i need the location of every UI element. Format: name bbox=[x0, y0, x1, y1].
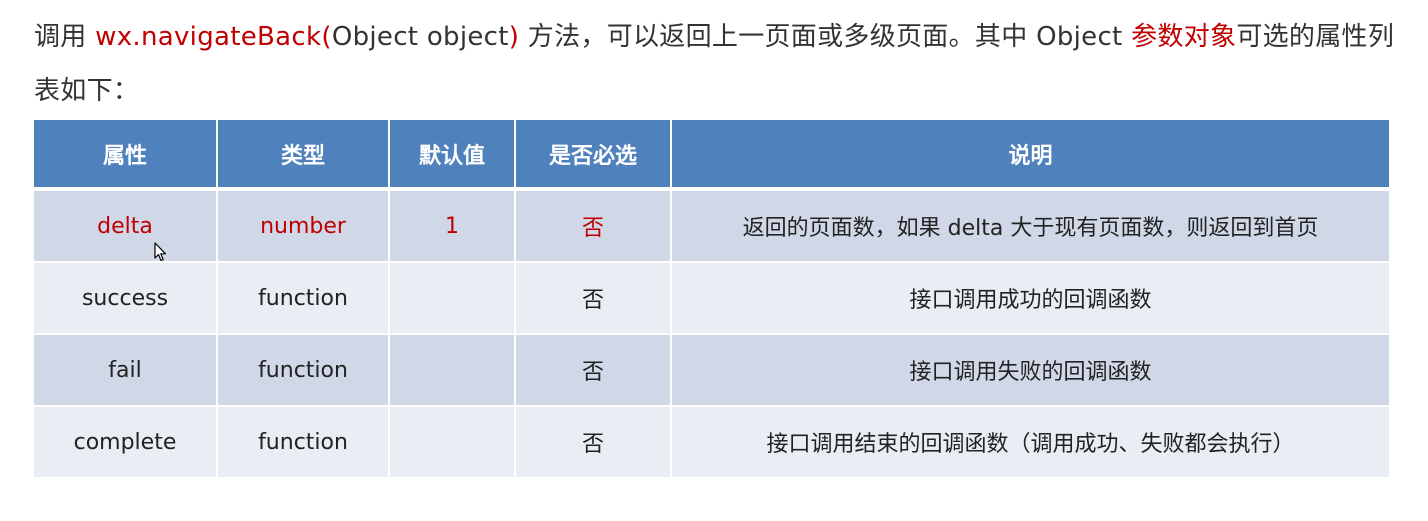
intro-text-1: 调用 bbox=[34, 22, 96, 52]
cell-required: 否 bbox=[515, 262, 672, 335]
properties-table: 属性 类型 默认值 是否必选 说明 delta number 1 否 返回的页面… bbox=[34, 120, 1389, 479]
intro-text-3: 方法，可以返回上一页面或多级页面。其中 Object bbox=[519, 22, 1132, 52]
mouse-cursor-icon bbox=[154, 242, 167, 262]
cell-default: 1 bbox=[389, 189, 516, 263]
header-description: 说明 bbox=[671, 120, 1389, 191]
table-header-row: 属性 类型 默认值 是否必选 说明 bbox=[34, 120, 1389, 191]
cell-type: number bbox=[217, 189, 390, 263]
cell-type: function bbox=[217, 262, 390, 335]
cell-description: 接口调用成功的回调函数 bbox=[671, 262, 1389, 335]
table-row: delta number 1 否 返回的页面数，如果 delta 大于现有页面数… bbox=[34, 189, 1389, 263]
api-name: wx.navigateBack( bbox=[95, 22, 332, 52]
header-type: 类型 bbox=[217, 120, 390, 191]
cell-default bbox=[389, 406, 516, 479]
cell-required: 否 bbox=[515, 189, 672, 263]
cell-property: complete bbox=[34, 406, 218, 479]
cell-description: 接口调用失败的回调函数 bbox=[671, 334, 1389, 407]
table-row: fail function 否 接口调用失败的回调函数 bbox=[34, 334, 1389, 407]
cell-default bbox=[389, 334, 516, 407]
cell-type: function bbox=[217, 334, 390, 407]
cell-property: fail bbox=[34, 334, 218, 407]
table-row: complete function 否 接口调用结束的回调函数（调用成功、失败都… bbox=[34, 406, 1389, 479]
cell-description: 接口调用结束的回调函数（调用成功、失败都会执行） bbox=[671, 406, 1389, 479]
cell-default bbox=[389, 262, 516, 335]
table-row: success function 否 接口调用成功的回调函数 bbox=[34, 262, 1389, 335]
header-property: 属性 bbox=[34, 120, 218, 191]
param-object-term: 参数对象 bbox=[1131, 22, 1237, 52]
cell-property: success bbox=[34, 262, 218, 335]
cell-property: delta bbox=[34, 189, 218, 263]
api-close-paren: ) bbox=[508, 22, 520, 52]
cell-description: 返回的页面数，如果 delta 大于现有页面数，则返回到首页 bbox=[671, 189, 1389, 263]
cell-required: 否 bbox=[515, 406, 672, 479]
cell-required: 否 bbox=[515, 334, 672, 407]
cell-type: function bbox=[217, 406, 390, 479]
header-required: 是否必选 bbox=[515, 120, 672, 191]
intro-text-2: Object object bbox=[331, 22, 509, 52]
intro-paragraph: 调用 wx.navigateBack(Object object) 方法，可以返… bbox=[34, 10, 1404, 118]
header-default: 默认值 bbox=[389, 120, 516, 191]
